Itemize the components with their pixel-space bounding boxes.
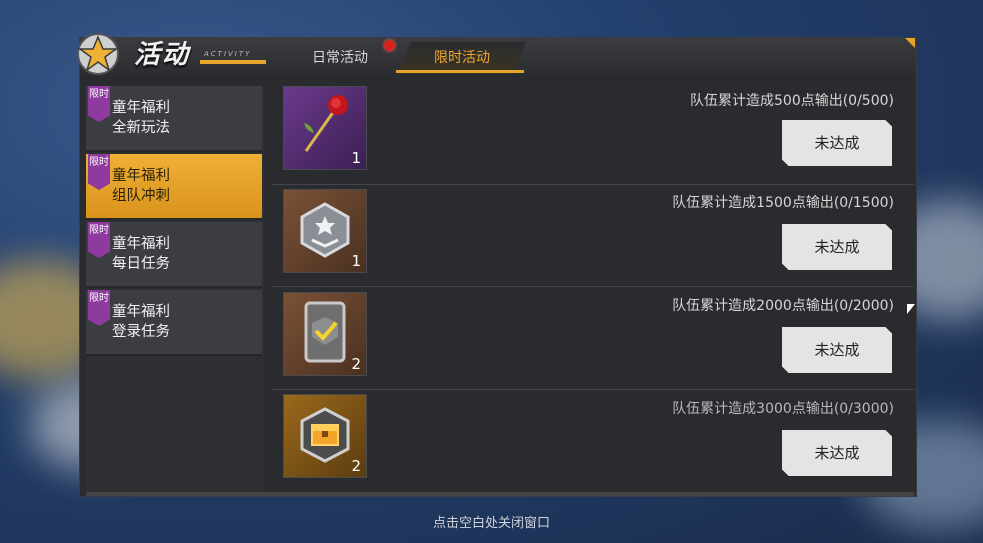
reward-row: 1 队伍累计造成500点输出(0/500) 未达成 (272, 84, 914, 185)
reward-item-slot[interactable]: 1 (283, 86, 367, 170)
reward-row: 2 队伍累计造成2000点输出(0/2000) 未达成 (272, 289, 914, 390)
corner-accent (905, 38, 915, 48)
reward-quantity: 2 (351, 457, 361, 475)
activity-logo: 活动 ACTIVITY (72, 28, 272, 78)
active-tab-indicator (396, 70, 524, 73)
claim-button[interactable]: 未达成 (782, 224, 892, 270)
page-subtitle: ACTIVITY (204, 50, 252, 58)
sidebar-item-new-gameplay[interactable]: 限时 童年福利 全新玩法 (86, 86, 262, 152)
sidebar-item-team-sprint[interactable]: 限时 童年福利 组队冲刺 (86, 154, 262, 220)
task-description: 队伍累计造成2000点输出(0/2000) (672, 298, 894, 314)
notification-dot (384, 40, 395, 51)
reward-quantity: 1 (351, 149, 361, 167)
tab-daily-activities[interactable]: 日常活动 (296, 42, 384, 74)
sidebar-item-title: 童年福利 (112, 304, 170, 320)
reward-item-slot[interactable]: 2 (283, 292, 367, 376)
star-emblem-icon (77, 33, 119, 75)
limited-badge: 限时 (88, 154, 110, 190)
limited-badge: 限时 (88, 290, 110, 326)
reward-item-slot[interactable]: 2 (283, 394, 367, 478)
page-title: 活动 (134, 40, 191, 70)
task-description: 队伍累计造成1500点输出(0/1500) (672, 195, 894, 211)
mouse-cursor-icon (907, 304, 915, 314)
limited-badge: 限时 (88, 222, 110, 258)
reward-quantity: 2 (351, 355, 361, 373)
task-description: 队伍累计造成500点输出(0/500) (690, 93, 894, 109)
sidebar-item-title: 童年福利 (112, 236, 170, 252)
task-description: 队伍累计造成3000点输出(0/3000) (672, 401, 894, 417)
sidebar-item-title: 童年福利 (112, 100, 170, 116)
reward-row: 1 队伍累计造成1500点输出(0/1500) 未达成 (272, 186, 914, 287)
limited-badge: 限时 (88, 86, 110, 122)
panel-bottom-bar (86, 492, 914, 496)
reward-row: 2 队伍累计造成3000点输出(0/3000) 未达成 (272, 392, 914, 492)
reward-item-slot[interactable]: 1 (283, 189, 367, 273)
claim-button[interactable]: 未达成 (782, 430, 892, 476)
sidebar-item-title: 童年福利 (112, 168, 170, 184)
close-hint[interactable]: 点击空白处关闭窗口 (0, 512, 983, 531)
sidebar-item-login-tasks[interactable]: 限时 童年福利 登录任务 (86, 290, 262, 356)
sidebar-item-daily-tasks[interactable]: 限时 童年福利 每日任务 (86, 222, 262, 288)
reward-quantity: 1 (351, 252, 361, 270)
title-underline (200, 60, 266, 64)
claim-button[interactable]: 未达成 (782, 120, 892, 166)
sidebar-item-label: 每日任务 (112, 256, 170, 272)
sidebar-item-label: 组队冲刺 (112, 188, 170, 204)
sidebar-item-label: 全新玩法 (112, 120, 170, 136)
sidebar-item-label: 登录任务 (112, 324, 170, 340)
claim-button[interactable]: 未达成 (782, 327, 892, 373)
